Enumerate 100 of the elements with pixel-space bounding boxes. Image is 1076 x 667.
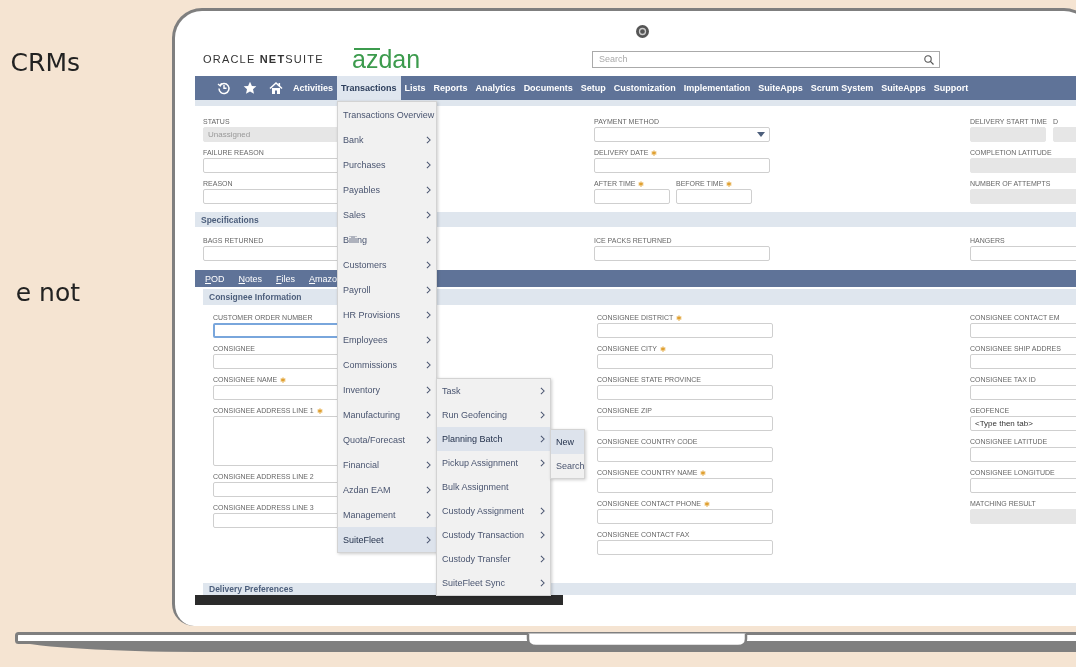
chevron-right-icon	[426, 410, 432, 419]
chevron-right-icon	[426, 285, 432, 294]
text-field[interactable]	[594, 158, 770, 173]
menu-item[interactable]: Transactions Overview	[338, 102, 437, 127]
menu-item[interactable]: Purchases	[338, 152, 437, 177]
menu-item[interactable]: New	[551, 430, 585, 454]
menu-item[interactable]: Employees	[338, 327, 437, 352]
background-text: e not	[15, 278, 80, 308]
chevron-right-icon	[540, 435, 546, 443]
caret-down-icon	[757, 132, 765, 137]
menu-item[interactable]: Custody Assignment	[437, 499, 551, 523]
chevron-right-icon	[540, 459, 546, 467]
nav-tab[interactable]: Lists	[400, 76, 430, 100]
nav-tab[interactable]: Scrum System	[806, 76, 878, 100]
nav-tab[interactable]: SuiteApps	[754, 76, 807, 100]
background-text: CRMs	[10, 48, 80, 78]
menu-item[interactable]: SuiteFleet Sync	[437, 571, 551, 595]
menu-item[interactable]: Billing	[338, 227, 437, 252]
menu-item[interactable]: Custody Transfer	[437, 547, 551, 571]
nav-tab[interactable]: Transactions	[337, 76, 401, 100]
chevron-right-icon	[426, 335, 432, 344]
text-field[interactable]	[970, 323, 1076, 338]
chevron-right-icon	[540, 531, 546, 539]
menu-item[interactable]: Bulk Assignment	[437, 475, 551, 499]
chevron-right-icon	[540, 555, 546, 563]
menu-item[interactable]: SuiteFleet	[338, 527, 437, 552]
menu-item[interactable]: Customers	[338, 252, 437, 277]
search-field[interactable]: Search	[592, 50, 940, 68]
text-field[interactable]	[597, 354, 773, 369]
chevron-right-icon	[540, 387, 546, 395]
text-field[interactable]	[594, 189, 670, 204]
chevron-right-icon	[426, 235, 432, 244]
history-icon[interactable]	[217, 81, 231, 95]
nav-tab[interactable]: Implementation	[679, 76, 755, 100]
chevron-right-icon	[426, 135, 432, 144]
camera-icon	[636, 25, 649, 38]
menu-item[interactable]: Azdan EAM	[338, 477, 437, 502]
chevron-right-icon	[426, 460, 432, 469]
menu-item[interactable]: Quota/Forecast	[338, 427, 437, 452]
text-field[interactable]	[597, 509, 773, 524]
text-field[interactable]	[970, 354, 1076, 369]
chevron-right-icon	[426, 360, 432, 369]
chevron-right-icon	[426, 260, 432, 269]
chevron-right-icon	[426, 210, 432, 219]
subtab[interactable]: Files	[276, 273, 296, 284]
nav-tab[interactable]: Setup	[576, 76, 610, 100]
menu-item[interactable]: Payroll	[338, 277, 437, 302]
text-field[interactable]	[970, 385, 1076, 400]
text-field[interactable]	[597, 478, 773, 493]
text-field[interactable]	[597, 540, 773, 555]
menu-item[interactable]: Management	[338, 502, 437, 527]
menu-item[interactable]: Commissions	[338, 352, 437, 377]
subtab[interactable]: Amazo	[309, 273, 338, 284]
nav-tab[interactable]: Analytics	[471, 76, 520, 100]
nav-tab[interactable]: Support	[929, 76, 973, 100]
text-field[interactable]	[597, 323, 773, 338]
chevron-right-icon	[426, 510, 432, 519]
subtab[interactable]: Notes	[238, 273, 263, 284]
menu-item[interactable]: HR Provisions	[338, 302, 437, 327]
nav-tab[interactable]: Activities	[289, 76, 338, 100]
menu-item[interactable]: Inventory	[338, 377, 437, 402]
text-field[interactable]	[676, 189, 752, 204]
text-field[interactable]: <Type then tab>	[970, 416, 1076, 431]
nav-tab[interactable]: Reports	[429, 76, 472, 100]
star-icon[interactable]	[243, 81, 257, 95]
menu-item[interactable]: Pickup Assignment	[437, 451, 551, 475]
chevron-right-icon	[540, 579, 546, 587]
company-logo: azdan	[352, 46, 421, 72]
menu-item[interactable]: Planning Batch	[437, 427, 551, 451]
text-field[interactable]	[970, 246, 1076, 261]
text-field[interactable]	[594, 246, 770, 261]
menu-item[interactable]: Sales	[338, 202, 437, 227]
search-icon[interactable]	[924, 54, 934, 65]
menu-item[interactable]: Run Geofencing	[437, 403, 551, 427]
chevron-right-icon	[426, 385, 432, 394]
chevron-right-icon	[426, 435, 432, 444]
text-field[interactable]	[597, 385, 773, 400]
home-icon[interactable]	[269, 81, 283, 95]
nav-tab[interactable]: SuiteApps	[877, 76, 930, 100]
text-field[interactable]	[970, 478, 1076, 493]
menu-item[interactable]: Payables	[338, 177, 437, 202]
menu-item[interactable]: Custody Transaction	[437, 523, 551, 547]
text-field[interactable]	[970, 447, 1076, 462]
menu-item[interactable]: Manufacturing	[338, 402, 437, 427]
text-field[interactable]	[597, 416, 773, 431]
chevron-right-icon	[540, 507, 546, 515]
chevron-right-icon	[426, 535, 432, 544]
text-field[interactable]	[597, 447, 773, 462]
dropdown-field[interactable]	[594, 127, 770, 142]
chevron-right-icon	[426, 160, 432, 169]
chevron-right-icon	[540, 411, 546, 419]
nav-tab[interactable]: Customization	[609, 76, 680, 100]
chevron-right-icon	[426, 310, 432, 319]
brand-logo: ORACLE NETSUITE	[203, 53, 325, 65]
menu-item[interactable]: Search	[551, 454, 585, 478]
menu-item[interactable]: Task	[437, 379, 551, 403]
chevron-right-icon	[426, 485, 432, 494]
menu-item[interactable]: Financial	[338, 452, 437, 477]
subtab[interactable]: POD	[205, 273, 225, 284]
nav-tab[interactable]: Documents	[519, 76, 577, 100]
